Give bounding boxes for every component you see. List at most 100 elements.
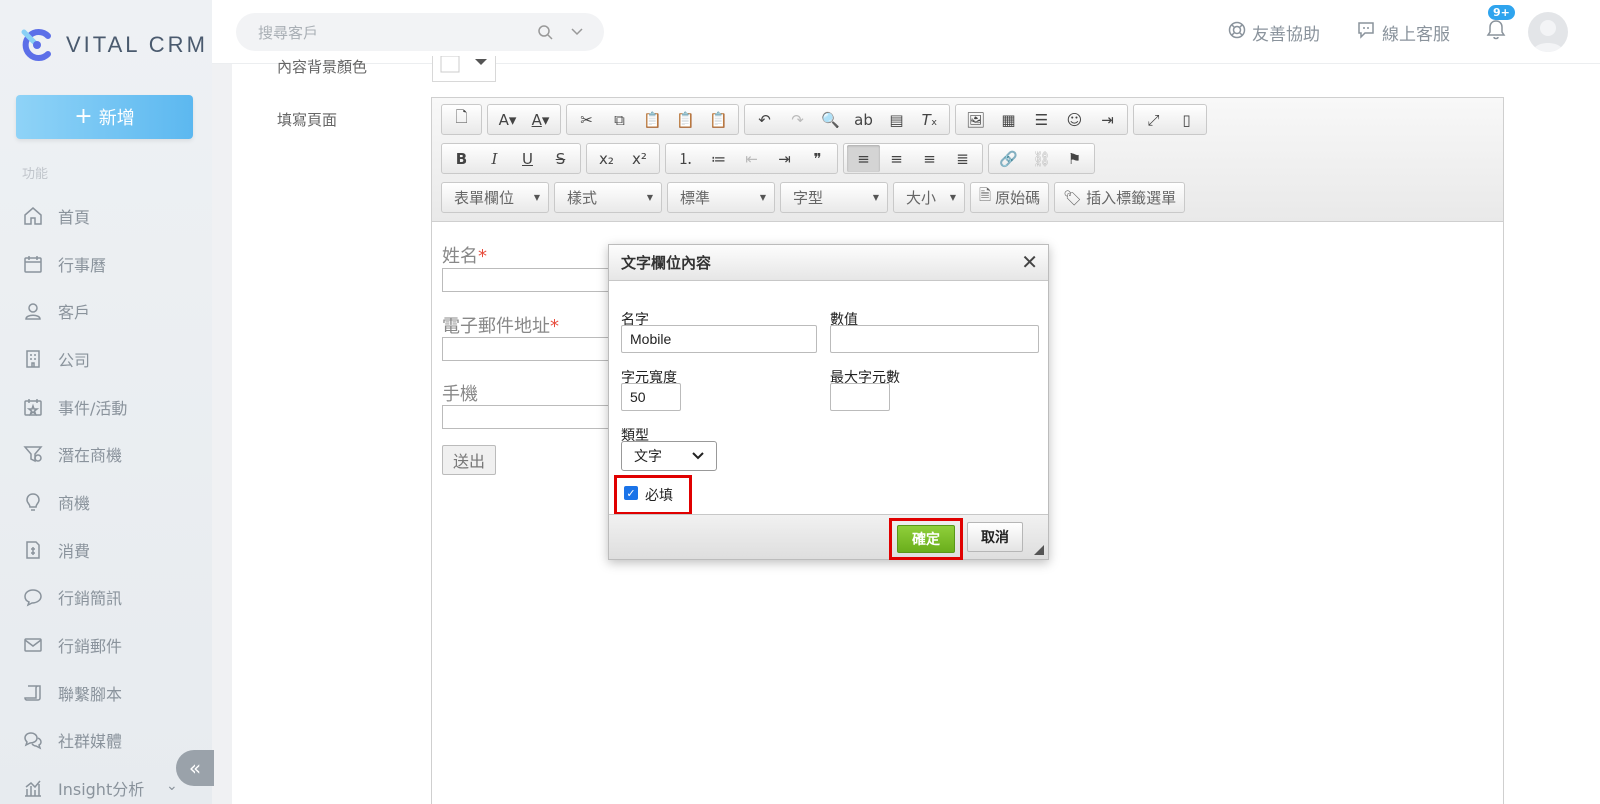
sidebar-item-sms[interactable]: 行銷簡訊 bbox=[0, 574, 212, 622]
sidebar-item-event[interactable]: 事件/活動 bbox=[0, 383, 212, 431]
format-dropdown-label: 標準 bbox=[680, 189, 711, 207]
preview-icon[interactable]: 🗋 bbox=[445, 106, 478, 133]
remove-format-icon[interactable]: Tₓ bbox=[913, 106, 946, 133]
submit-button-preview[interactable]: 送出 bbox=[442, 445, 496, 475]
search-input[interactable]: 搜尋客戶 bbox=[258, 22, 524, 43]
sidebar-item-company[interactable]: 公司 bbox=[0, 335, 212, 383]
horizontal-line-icon[interactable]: ☰ bbox=[1025, 106, 1058, 133]
form-field-dropdown[interactable]: 表單欄位 ▼ bbox=[441, 182, 549, 213]
chevron-down-icon bbox=[692, 448, 704, 464]
logo[interactable]: VITAL CRM bbox=[18, 26, 208, 64]
avatar[interactable] bbox=[1528, 12, 1568, 52]
cancel-button[interactable]: 取消 bbox=[967, 522, 1023, 552]
mail-icon bbox=[22, 634, 44, 656]
sidebar-item-consumption[interactable]: 消費 bbox=[0, 526, 212, 574]
format-dropdown[interactable]: 標準 ▼ bbox=[667, 182, 775, 213]
copy-icon[interactable]: ⧉ bbox=[603, 106, 636, 133]
brand-name: VITAL CRM bbox=[66, 32, 208, 57]
text-color-icon[interactable]: A ▾ bbox=[524, 106, 557, 133]
toolbar-group: ⤢ ▯ bbox=[1133, 104, 1207, 135]
name-field-preview[interactable] bbox=[442, 268, 612, 292]
value-input[interactable] bbox=[830, 325, 1039, 353]
chevron-down-icon[interactable] bbox=[566, 28, 588, 36]
sidebar-item-opportunity[interactable]: 商機 bbox=[0, 478, 212, 526]
table-icon[interactable]: ▦ bbox=[992, 106, 1025, 133]
sidebar-item-label: 聯繫腳本 bbox=[58, 684, 123, 704]
bg-color-icon[interactable]: A▾ bbox=[491, 106, 524, 133]
justify-icon[interactable]: ≣ bbox=[946, 145, 979, 172]
subscript-icon[interactable]: x₂ bbox=[590, 145, 623, 172]
receipt-icon bbox=[22, 539, 44, 561]
search-icon[interactable] bbox=[534, 24, 556, 40]
bulleted-list-icon[interactable]: ≔ bbox=[702, 145, 735, 172]
notification-button[interactable]: 9+ bbox=[1486, 5, 1515, 45]
search-box[interactable]: 搜尋客戶 bbox=[236, 13, 604, 51]
align-center-icon[interactable]: ≡ bbox=[880, 145, 913, 172]
event-icon bbox=[22, 396, 44, 418]
redo-icon[interactable]: ↷ bbox=[781, 106, 814, 133]
toolbar-group: ↶ ↷ 🔍 ab ▤ Tₓ bbox=[744, 104, 950, 135]
source-button[interactable]: 🗎 原始碼 bbox=[970, 182, 1050, 213]
link-icon[interactable]: 🔗 bbox=[992, 145, 1025, 172]
char-width-input[interactable]: 50 bbox=[621, 383, 681, 411]
sidebar: VITAL CRM + 新增 功能 首頁 行事曆 客戶 公司 事件/活動 潛在商… bbox=[0, 0, 214, 804]
underline-icon[interactable]: U bbox=[511, 145, 544, 172]
blockquote-icon[interactable]: ❞ bbox=[801, 145, 834, 172]
format-painter-icon[interactable]: ▤ bbox=[880, 106, 913, 133]
paste-word-icon[interactable]: 📋 bbox=[702, 106, 735, 133]
bold-icon[interactable]: B bbox=[445, 145, 478, 172]
smiley-icon[interactable]: ☺ bbox=[1058, 106, 1091, 133]
font-dropdown[interactable]: 字型 ▼ bbox=[780, 182, 888, 213]
maximize-icon[interactable]: ⤢ bbox=[1137, 106, 1170, 133]
insert-tag-button[interactable]: 🏷 插入標籤選單 bbox=[1054, 182, 1186, 213]
sidebar-item-home[interactable]: 首頁 bbox=[0, 192, 212, 240]
style-dropdown-label: 樣式 bbox=[567, 189, 598, 207]
mobile-field-preview[interactable] bbox=[442, 405, 612, 429]
dialog-footer: 確定 取消 bbox=[609, 514, 1048, 560]
italic-icon[interactable]: I bbox=[478, 145, 511, 172]
email-field-label: 電子郵件地址* bbox=[442, 316, 559, 337]
find-icon[interactable]: 🔍 bbox=[814, 106, 847, 133]
undo-icon[interactable]: ↶ bbox=[748, 106, 781, 133]
anchor-flag-icon[interactable]: ⚑ bbox=[1058, 145, 1091, 172]
indent-icon[interactable]: ⇥ bbox=[768, 145, 801, 172]
sidebar-item-label: 客戶 bbox=[58, 303, 91, 323]
outdent-icon[interactable]: ⇤ bbox=[735, 145, 768, 172]
page-break-icon[interactable]: ⇥ bbox=[1091, 106, 1124, 133]
collapse-sidebar-button[interactable]: « bbox=[176, 750, 214, 786]
sidebar-item-calendar[interactable]: 行事曆 bbox=[0, 240, 212, 288]
ok-button[interactable]: 確定 bbox=[897, 525, 955, 553]
replace-icon[interactable]: ab bbox=[847, 106, 880, 133]
type-select[interactable]: 文字 bbox=[621, 441, 717, 471]
align-left-icon[interactable]: ≡ bbox=[847, 145, 880, 172]
align-right-icon[interactable]: ≡ bbox=[913, 145, 946, 172]
unlink-icon[interactable]: ⛓ bbox=[1025, 145, 1058, 172]
required-checkbox[interactable]: ✓ bbox=[624, 486, 638, 500]
max-chars-input[interactable] bbox=[830, 383, 890, 411]
sidebar-item-script[interactable]: 聯繫腳本 bbox=[0, 669, 212, 717]
dialog-titlebar[interactable]: 文字欄位內容 ✕ bbox=[609, 245, 1048, 281]
chevron-down-icon[interactable]: ⌄ bbox=[166, 778, 178, 794]
paste-text-icon[interactable]: 📋 bbox=[669, 106, 702, 133]
help-link[interactable]: 友善協助 bbox=[1228, 20, 1320, 45]
paste-icon[interactable]: 📋 bbox=[636, 106, 669, 133]
numbered-list-icon[interactable]: ⒈ bbox=[669, 145, 702, 172]
resize-handle-icon[interactable] bbox=[1034, 545, 1044, 555]
support-link[interactable]: 線上客服 bbox=[1356, 20, 1450, 45]
size-dropdown[interactable]: 大小 ▼ bbox=[893, 182, 965, 213]
superscript-icon[interactable]: x² bbox=[623, 145, 656, 172]
bg-color-picker[interactable] bbox=[432, 55, 496, 82]
cut-icon[interactable]: ✂ bbox=[570, 106, 603, 133]
show-blocks-icon[interactable]: ▯ bbox=[1170, 106, 1203, 133]
toolbar-group: ⒈ ≔ ⇤ ⇥ ❞ bbox=[665, 143, 838, 174]
sidebar-item-mail[interactable]: 行銷郵件 bbox=[0, 621, 212, 669]
strikethrough-icon[interactable]: S bbox=[544, 145, 577, 172]
email-field-preview[interactable] bbox=[442, 337, 612, 361]
sidebar-item-leads[interactable]: 潛在商機 bbox=[0, 430, 212, 478]
style-dropdown[interactable]: 樣式 ▼ bbox=[554, 182, 662, 213]
name-input[interactable]: Mobile bbox=[621, 325, 817, 353]
image-icon[interactable]: 🖼 bbox=[959, 106, 992, 133]
close-icon[interactable]: ✕ bbox=[1021, 250, 1038, 274]
new-button[interactable]: + 新增 bbox=[16, 95, 193, 139]
sidebar-item-customer[interactable]: 客戶 bbox=[0, 287, 212, 335]
